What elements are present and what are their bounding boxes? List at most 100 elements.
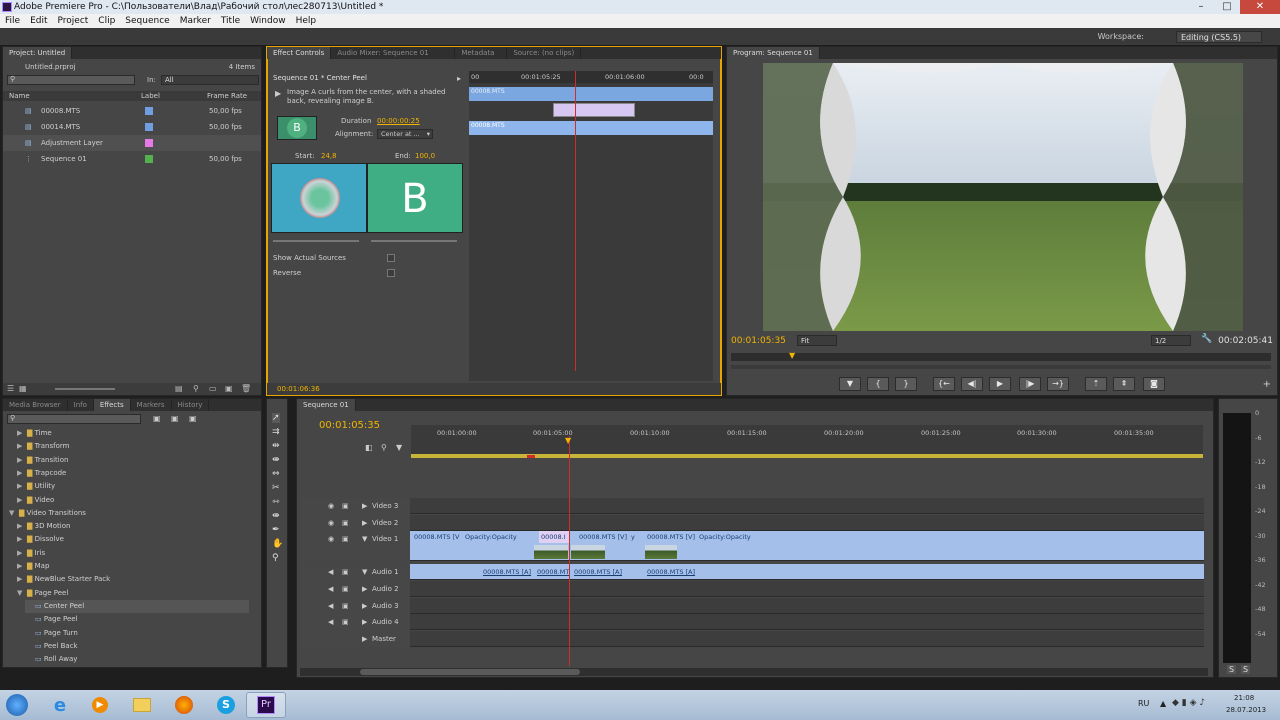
add-marker-icon[interactable]: ▼ (396, 443, 402, 452)
effects-search-input[interactable]: ⚲ (7, 414, 141, 424)
effects-tree-item[interactable]: ▶ ▇ Dissolve (17, 533, 249, 546)
find-icon[interactable]: ⚲ (193, 384, 199, 393)
slip-tool-icon[interactable]: ⇿ (272, 497, 280, 507)
play-preview-icon[interactable]: ▶ (275, 89, 281, 98)
project-search-input[interactable]: ⚲ (7, 75, 135, 85)
tab-info[interactable]: Info (68, 399, 94, 411)
label-swatch[interactable] (145, 107, 153, 115)
add-button-icon[interactable]: + (1263, 379, 1271, 390)
set-encore-marker-icon[interactable]: ⚲ (381, 443, 387, 452)
effects-tree-item[interactable]: ▼ ▇ Page Peel (17, 587, 249, 600)
language-indicator[interactable]: RU (1138, 699, 1149, 708)
export-frame-icon[interactable]: ◙ (1143, 377, 1165, 391)
maximize-button[interactable]: □ (1214, 0, 1240, 14)
icon-view-icon[interactable]: ▦ (19, 384, 27, 393)
menu-sequence[interactable]: Sequence (120, 14, 174, 28)
effects-tree-item[interactable]: ▭ Roll Away (25, 653, 249, 666)
column-frame-rate[interactable]: Frame Rate (207, 91, 247, 101)
expand-arrow-icon[interactable]: ▸ (457, 74, 461, 83)
collapsed-arrow-icon[interactable]: ▶ (17, 520, 27, 533)
effects-tree-item[interactable]: ▶ ▇ Transition (17, 454, 249, 467)
speaker-icon[interactable]: ◀ (328, 614, 333, 630)
rolling-edit-tool-icon[interactable]: ⇼ (272, 455, 280, 465)
column-label[interactable]: Label (141, 91, 160, 101)
collapsed-arrow-icon[interactable]: ▶ (17, 573, 27, 586)
track-expand-icon[interactable]: ▶ (362, 515, 367, 531)
fit-select[interactable]: Fit (797, 335, 837, 346)
go-to-out-icon[interactable]: →} (1047, 377, 1069, 391)
timeline-ruler[interactable] (411, 425, 1203, 455)
effects-tree-item[interactable]: ▶ ▇ Video (17, 494, 249, 507)
track-expand-icon[interactable]: ▶ (362, 581, 367, 597)
video-clip[interactable]: 00008.I (539, 531, 569, 543)
solo-right-button[interactable]: S (1241, 665, 1251, 674)
track-expand-icon[interactable]: ▼ (362, 564, 367, 580)
menu-project[interactable]: Project (53, 14, 94, 28)
go-to-in-icon[interactable]: {← (933, 377, 955, 391)
video-clip[interactable]: 00008.MTS [V] (412, 531, 460, 543)
in-select[interactable]: All (161, 75, 259, 85)
lock-icon[interactable]: ▣ (342, 515, 349, 531)
effects-tree-item[interactable]: ▶ ▇ Transform (17, 440, 249, 453)
rate-stretch-tool-icon[interactable]: ⇔ (272, 469, 280, 479)
collapsed-arrow-icon[interactable]: ▶ (17, 454, 27, 467)
track-select-tool-icon[interactable]: ⇉ (272, 427, 280, 437)
program-zoom-bar[interactable] (731, 365, 1271, 369)
clip-a-bar[interactable]: 00008.MTS (469, 87, 713, 101)
start-value[interactable]: 24,8 (321, 152, 337, 160)
effects-tree-item[interactable]: ▭ Center Peel (25, 599, 249, 613)
effects-tree-item[interactable]: ▶ ▇ Time (17, 427, 249, 440)
clock-date[interactable]: 28.07.2013 (1226, 706, 1266, 714)
label-swatch[interactable] (145, 123, 153, 131)
track-expand-icon[interactable]: ▶ (362, 614, 367, 630)
menu-clip[interactable]: Clip (93, 14, 120, 28)
collapsed-arrow-icon[interactable]: ▶ (17, 547, 27, 560)
effects-tree-item[interactable]: ▭ Page Peel (25, 613, 249, 626)
track-lane[interactable] (410, 614, 1204, 630)
automate-icon[interactable]: ▤ (175, 384, 183, 393)
label-swatch[interactable] (145, 155, 153, 163)
effects-tree-item[interactable]: ▼ ▇ Video Transitions (9, 507, 249, 520)
tab-effects[interactable]: Effects (93, 399, 131, 411)
collapsed-arrow-icon[interactable]: ▶ (17, 427, 27, 440)
expanded-arrow-icon[interactable]: ▼ (17, 587, 27, 600)
tab-source[interactable]: Source: (no clips) (507, 47, 582, 59)
playhead-marker-icon[interactable]: ▼ (789, 351, 795, 360)
alignment-select[interactable]: Center at ... ▾ (377, 129, 433, 139)
workspace-select[interactable]: Editing (CS5.5) (1176, 31, 1262, 43)
firefox-taskbar-icon[interactable] (164, 692, 204, 718)
yuv-effects-icon[interactable]: ▣ (189, 414, 197, 423)
track-lane[interactable] (410, 498, 1204, 514)
label-swatch[interactable] (145, 139, 153, 147)
menu-edit[interactable]: Edit (25, 14, 52, 28)
tab-history[interactable]: History (172, 399, 210, 411)
track-expand-icon[interactable]: ▶ (362, 598, 367, 614)
track-lane[interactable] (410, 631, 1204, 647)
scrollbar-thumb[interactable] (360, 669, 580, 675)
lift-icon[interactable]: ⇡ (1085, 377, 1107, 391)
tab-markers[interactable]: Markers (131, 399, 172, 411)
zoom-slider[interactable] (55, 388, 115, 390)
playhead-handle-icon[interactable]: ▼ (565, 436, 571, 445)
collapsed-arrow-icon[interactable]: ▶ (17, 533, 27, 546)
lock-icon[interactable]: ▣ (342, 531, 349, 547)
track-expand-icon[interactable]: ▼ (362, 531, 367, 547)
audio-clip[interactable]: 00008.MTS [A] (481, 566, 533, 578)
effects-tree-item[interactable]: ▶ ▇ 3D Motion (17, 520, 249, 533)
skype-taskbar-icon[interactable]: S (206, 692, 246, 718)
tab-metadata[interactable]: Metadata (455, 47, 508, 59)
start-button[interactable] (2, 692, 32, 718)
lock-icon[interactable]: ▣ (342, 498, 349, 514)
ripple-edit-tool-icon[interactable]: ⇹ (272, 441, 280, 451)
close-button[interactable]: ✕ (1240, 0, 1280, 14)
effects-tree-item[interactable]: ▶ ▇ Map (17, 560, 249, 573)
menu-help[interactable]: Help (291, 14, 322, 28)
new-item-icon[interactable]: ▣ (225, 384, 233, 393)
duration-value[interactable]: 00:00:00:25 (377, 117, 420, 125)
slide-tool-icon[interactable]: ⇼ (272, 511, 280, 521)
track-lane[interactable] (410, 515, 1204, 531)
reverse-checkbox[interactable] (387, 269, 395, 277)
step-forward-icon[interactable]: |▶ (1019, 377, 1041, 391)
video-clip[interactable]: Opacity:Opacity (697, 531, 757, 543)
collapsed-arrow-icon[interactable]: ▶ (17, 467, 27, 480)
